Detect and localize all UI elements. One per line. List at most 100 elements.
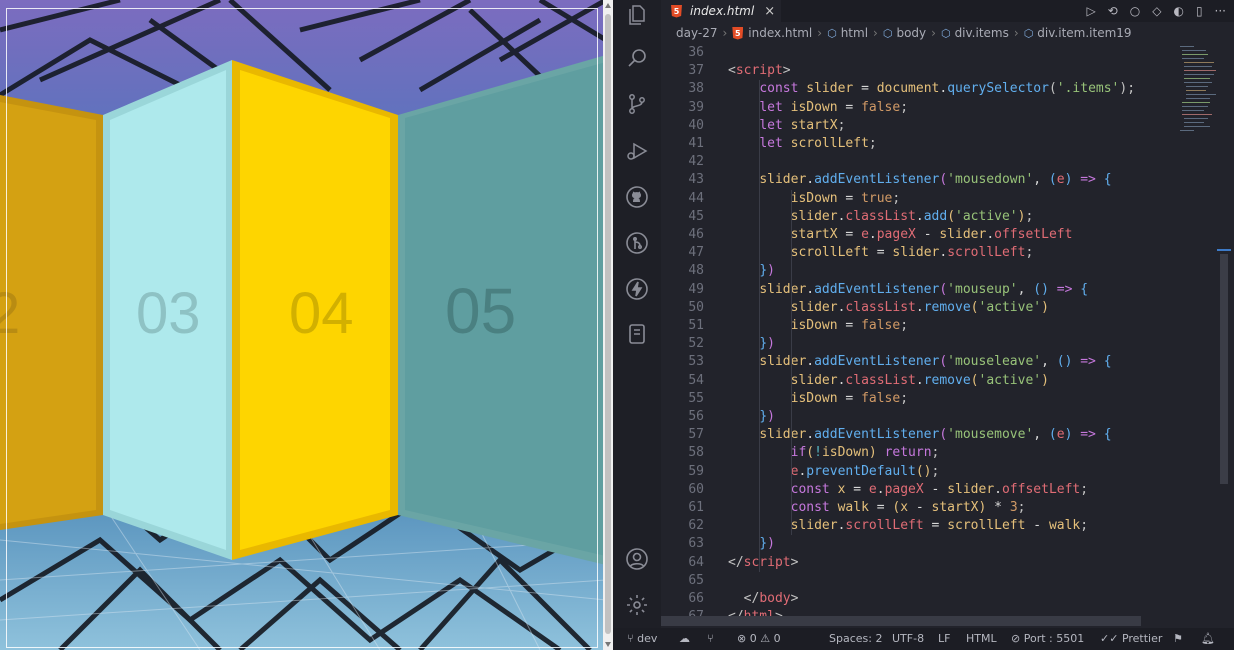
run-icon[interactable]: ▷ <box>1086 4 1095 18</box>
code-line[interactable]: 61 const walk = (x - startX) * 3; <box>661 499 1025 517</box>
code-line[interactable]: 60 const x = e.pageX - slider.offsetLeft; <box>661 481 1088 499</box>
code-line[interactable]: 55 isDown = false; <box>661 390 908 408</box>
thunder-client-icon[interactable] <box>625 277 649 301</box>
code-line[interactable]: 54 slider.classList.remove('active') <box>661 372 1049 390</box>
branch-status[interactable]: ⑂ dev <box>627 628 657 650</box>
browser-preview: 2 03 04 05 <box>0 0 606 650</box>
code-line[interactable]: 66 </body> <box>661 590 798 608</box>
code-line[interactable]: 64 </script> <box>661 554 798 572</box>
breadcrumb-div-item[interactable]: div.item.item19 <box>1037 26 1131 40</box>
feedback-icon[interactable]: ⚑ <box>1173 628 1183 650</box>
language-mode[interactable]: HTML <box>966 628 997 650</box>
go-live-icon[interactable]: ⟲ <box>1108 4 1118 18</box>
editor-horizontal-scrollbar[interactable] <box>661 616 1141 626</box>
code-line[interactable]: 59 e.preventDefault(); <box>661 463 939 481</box>
breadcrumb-file[interactable]: index.html <box>748 26 812 40</box>
scroll-down-arrow-icon[interactable] <box>605 642 611 647</box>
line-number: 47 <box>688 245 704 261</box>
code-line[interactable]: 38 const slider = document.querySelector(… <box>661 80 1135 98</box>
line-number: 49 <box>688 281 704 297</box>
prettier-status[interactable]: ✓✓ Prettier <box>1100 628 1162 650</box>
compare-icon[interactable]: ○ <box>1130 4 1140 18</box>
code-line[interactable]: 40 let startX; <box>661 117 845 135</box>
tab-index-html[interactable]: 5 index.html × <box>661 0 781 22</box>
line-number: 63 <box>688 536 704 552</box>
code-area[interactable]: 36 37 <script> 38 const slider = document.qu… <box>661 44 1216 628</box>
code-line[interactable]: 44 isDown = true; <box>661 190 900 208</box>
warning-icon: ⚠ <box>760 632 771 645</box>
code-line[interactable]: 63}) <box>661 535 775 553</box>
split-editor-icon[interactable]: ▯ <box>1196 4 1203 18</box>
code-line[interactable]: 65 <box>661 572 704 590</box>
explorer-icon[interactable] <box>625 3 649 27</box>
code-line[interactable]: 50 slider.classList.remove('active') <box>661 299 1049 317</box>
code-line[interactable]: 46 startX = e.pageX - slider.offsetLeft <box>661 226 1072 244</box>
code-text: isDown = false; <box>790 318 909 333</box>
editor-scrollbar-thumb[interactable] <box>1220 254 1228 484</box>
code-line[interactable]: 47 scrollLeft = slider.scrollLeft; <box>661 244 1033 262</box>
line-number: 36 <box>688 45 704 60</box>
slider-panel-04[interactable]: 04 <box>232 60 398 560</box>
code-line[interactable]: 62 slider.scrollLeft = scrollLeft - walk; <box>661 517 1088 535</box>
notebook-icon[interactable] <box>625 322 649 346</box>
code-line[interactable]: 56}) <box>661 408 775 426</box>
element-cube-icon: ⬡ <box>882 26 893 40</box>
code-text: }) <box>759 263 775 279</box>
code-line[interactable]: 36 <box>661 44 704 62</box>
breadcrumb-body[interactable]: body <box>896 26 926 40</box>
search-icon[interactable] <box>625 46 649 70</box>
notifications-bell-icon[interactable]: 🔔︎ <box>1201 628 1215 650</box>
line-number: 64 <box>688 554 704 570</box>
scrollbar-thumb[interactable] <box>605 14 611 634</box>
run-debug-icon[interactable] <box>625 139 649 163</box>
more-actions-icon[interactable]: ··· <box>1215 4 1226 18</box>
encoding-status[interactable]: UTF-8 <box>892 628 924 650</box>
code-line[interactable]: 52}) <box>661 335 775 353</box>
line-number: 51 <box>688 318 704 333</box>
code-line[interactable]: 43 slider.addEventListener('mousedown', (… <box>661 171 1111 189</box>
problems-status[interactable]: ⊗ 0 ⚠ 0 <box>737 628 781 650</box>
line-number: 52 <box>688 336 704 352</box>
code-text: slider.classList.remove('active') <box>790 299 1049 315</box>
github-icon[interactable] <box>625 185 649 209</box>
timeline-icon[interactable]: ◐ <box>1173 4 1183 18</box>
code-line[interactable]: 49 slider.addEventListener('mouseup', () … <box>661 281 1088 299</box>
panel-number-04: 04 <box>289 281 354 346</box>
code-line[interactable]: 57 slider.addEventListener('mousemove', (… <box>661 426 1111 444</box>
minimap[interactable] <box>1178 44 1222 144</box>
code-line[interactable]: 41 let scrollLeft; <box>661 135 876 153</box>
code-text: startX = e.pageX - slider.offsetLeft <box>790 227 1073 242</box>
live-server-port[interactable]: ⊘ Port : 5501 <box>1011 628 1084 650</box>
code-line[interactable]: 53 slider.addEventListener('mouseleave', … <box>661 353 1111 371</box>
git-graph-icon[interactable] <box>625 231 649 255</box>
slider-panels[interactable]: 2 03 04 05 <box>0 0 606 650</box>
line-number: 46 <box>688 227 704 242</box>
code-line[interactable]: 45 slider.classList.add('active'); <box>661 208 1033 226</box>
code-line[interactable]: 42 <box>661 153 704 171</box>
sync-icon[interactable]: ☁ <box>679 628 690 650</box>
code-line[interactable]: 37 <script> <box>661 62 790 80</box>
breadcrumb-folder[interactable]: day-27 <box>676 26 717 40</box>
code-line[interactable]: 58 if(!isDown) return; <box>661 444 939 462</box>
indentation-status[interactable]: Spaces: 2 <box>829 628 882 650</box>
scroll-up-arrow-icon[interactable] <box>605 3 611 8</box>
line-number: 42 <box>688 154 704 170</box>
source-control-icon[interactable] <box>625 92 649 116</box>
close-tab-icon[interactable]: × <box>764 4 775 19</box>
slider-panel-02[interactable]: 2 <box>0 95 103 530</box>
slider-panel-05[interactable]: 05 <box>398 55 606 565</box>
code-line[interactable]: 39 let isDown = false; <box>661 99 908 117</box>
breadcrumb-div-items[interactable]: div.items <box>955 26 1009 40</box>
breadcrumb-html[interactable]: html <box>841 26 868 40</box>
settings-gear-icon[interactable] <box>625 593 649 617</box>
slider-panel-03[interactable]: 03 <box>103 60 232 560</box>
code-line[interactable]: 48}) <box>661 262 775 280</box>
code-line[interactable]: 51 isDown = false; <box>661 317 908 335</box>
preview-scrollbar[interactable] <box>603 0 613 650</box>
account-icon[interactable] <box>625 547 649 571</box>
git-graph-status-icon[interactable]: ⑂ <box>707 628 714 650</box>
toggle-icon[interactable]: ◇ <box>1152 4 1161 18</box>
code-text: isDown = true; <box>790 190 901 206</box>
editor-vertical-scrollbar[interactable] <box>1217 44 1231 628</box>
eol-status[interactable]: LF <box>938 628 950 650</box>
